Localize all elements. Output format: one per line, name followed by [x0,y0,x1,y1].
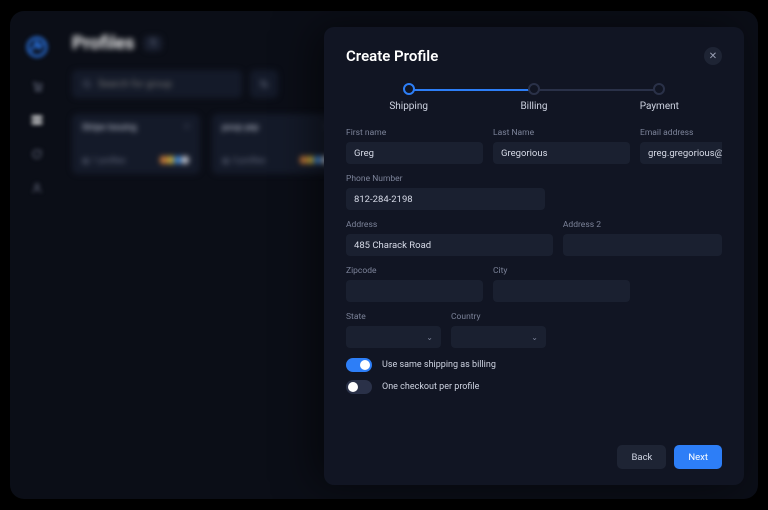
step-label: Billing [471,101,596,112]
profiles-icon[interactable] [30,113,44,127]
country-select[interactable]: ⌄ [451,326,546,348]
step-label: Shipping [346,101,471,112]
app-logo [25,35,49,59]
address2-input[interactable] [563,234,722,256]
last-name-label: Last Name [493,128,630,138]
email-input[interactable] [640,142,722,164]
zipcode-label: Zipcode [346,266,483,276]
search-icon [82,79,92,89]
user-icon[interactable] [30,181,44,195]
refresh-icon[interactable] [30,147,44,161]
card-count: ▤ 1 profiles [82,156,125,165]
shipping-form: First name Last Name Email address Phone… [346,128,722,433]
card-count: ▤ 3 profiles [222,156,265,165]
step-payment[interactable] [597,83,722,95]
close-icon[interactable]: ✕ [704,47,722,65]
profile-count-badge: 1 [144,36,162,51]
step-label: Payment [597,101,722,112]
card-avatars [162,155,190,165]
city-input[interactable] [493,280,630,302]
stepper [346,83,722,95]
cart-icon[interactable] [30,79,44,93]
state-label: State [346,312,441,322]
email-label: Email address [640,128,722,138]
last-name-input[interactable] [493,142,630,164]
chevron-down-icon: ⌄ [426,333,433,342]
app-frame: Profiles 1 Stripe Issuing ☆ ▤ 1 profiles [10,11,758,499]
address-label: Address [346,220,553,230]
zipcode-input[interactable] [346,280,483,302]
card-title: poop yep [222,123,330,133]
same-shipping-label: Use same shipping as billing [382,360,496,370]
first-name-input[interactable] [346,142,483,164]
star-icon[interactable]: ☆ [183,122,191,132]
one-checkout-toggle[interactable] [346,380,372,394]
sort-button[interactable] [250,70,278,98]
phone-input[interactable] [346,188,545,210]
state-select[interactable]: ⌄ [346,326,441,348]
search-input[interactable] [98,79,232,90]
address-input[interactable] [346,234,553,256]
page-title: Profiles [72,33,134,54]
country-label: Country [451,312,546,322]
profile-card[interactable]: Stripe Issuing ☆ ▤ 1 profiles [72,114,200,174]
card-title: Stripe Issuing [82,123,190,133]
chevron-down-icon: ⌄ [531,333,538,342]
same-shipping-toggle[interactable] [346,358,372,372]
create-profile-modal: Create Profile ✕ Shipping Billing Paymen… [324,27,744,485]
one-checkout-label: One checkout per profile [382,382,479,392]
first-name-label: First name [346,128,483,138]
phone-label: Phone Number [346,174,545,184]
address2-label: Address 2 [563,220,722,230]
back-button[interactable]: Back [617,445,666,469]
next-button[interactable]: Next [674,445,722,469]
sidebar [10,11,64,499]
search-box[interactable] [72,70,242,98]
profile-card[interactable]: poop yep ☆ ▤ 3 profiles [212,114,340,174]
modal-title: Create Profile [346,47,438,65]
city-label: City [493,266,630,276]
